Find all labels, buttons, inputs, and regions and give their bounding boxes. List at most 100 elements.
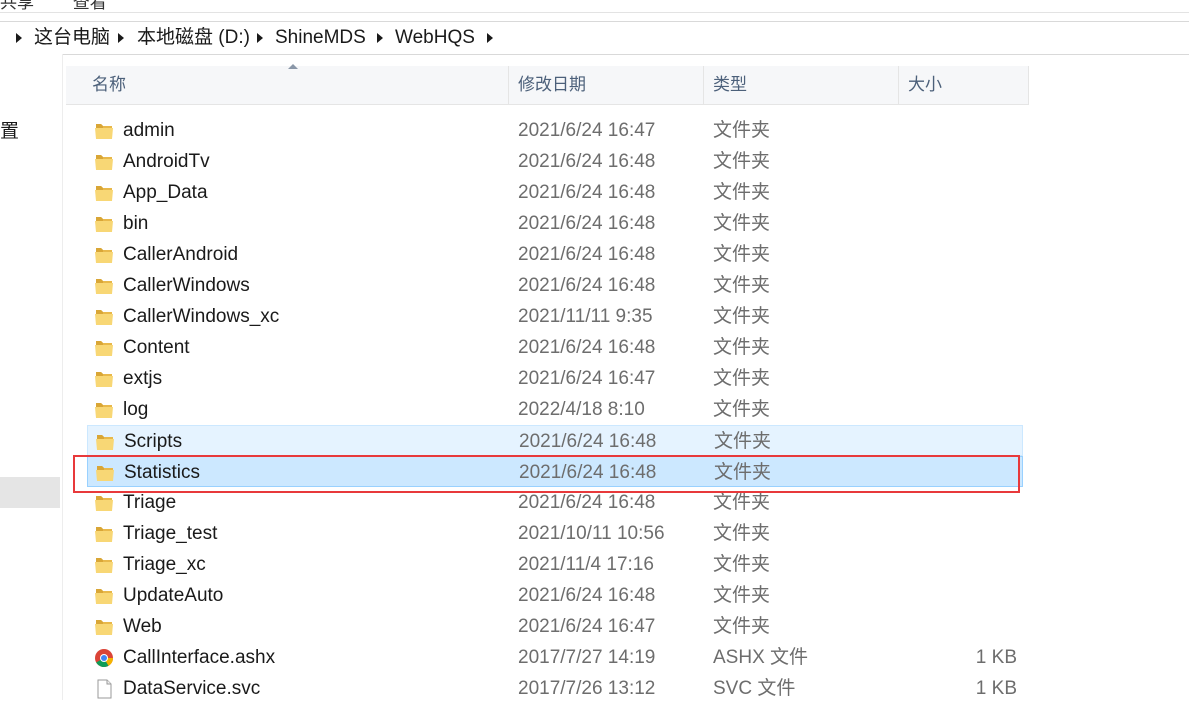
nav-item-selected[interactable] [0, 477, 60, 508]
file-row[interactable]: CallInterface.ashx 2017/7/27 14:19 ASHX 文件… [87, 642, 1023, 673]
file-type: 文件夹 [713, 275, 771, 296]
file-date: 2021/6/24 16:48 [518, 182, 656, 203]
file-type: 文件夹 [713, 554, 771, 575]
column-header: 名称 修改日期 类型 大小 [66, 64, 1029, 105]
file-row[interactable]: log 2022/4/18 8:10 文件夹 [87, 394, 1023, 425]
file-name: Scripts [124, 431, 183, 452]
file-name: AndroidTv [123, 151, 210, 172]
file-type: 文件夹 [713, 244, 771, 265]
navigation-pane [0, 54, 63, 700]
file-type: SVC 文件 [713, 678, 796, 699]
file-row[interactable]: Statistics 2021/6/24 16:48 文件夹 [87, 456, 1023, 487]
file-name: Triage [123, 492, 177, 513]
file-type: 文件夹 [714, 431, 772, 452]
file-name: log [123, 399, 149, 420]
column-date-label: 修改日期 [518, 75, 586, 94]
file-date: 2021/6/24 16:48 [518, 275, 656, 296]
breadcrumb-shinemds[interactable]: ShineMDS [275, 22, 366, 54]
file-date: 2017/7/27 14:19 [518, 647, 656, 668]
nav-item-partial[interactable]: 置 [0, 116, 19, 143]
file-row[interactable]: Web 2021/6/24 16:47 文件夹 [87, 611, 1023, 642]
file-type: 文件夹 [713, 368, 771, 389]
chevron-right-icon[interactable] [118, 33, 124, 43]
column-size-label: 大小 [908, 75, 942, 94]
menu-view[interactable]: 查看 [73, 0, 107, 12]
file-row[interactable]: extjs 2021/6/24 16:47 文件夹 [87, 363, 1023, 394]
file-date: 2021/6/24 16:48 [518, 585, 656, 606]
chevron-right-icon[interactable] [487, 33, 493, 43]
breadcrumb-webhqs[interactable]: WebHQS [395, 22, 475, 54]
file-date: 2021/10/11 10:56 [518, 523, 665, 544]
file-row[interactable]: Content 2021/6/24 16:48 文件夹 [87, 332, 1023, 363]
column-size[interactable]: 大小 [899, 66, 1029, 104]
file-name: admin [123, 120, 175, 141]
file-date: 2021/11/4 17:16 [518, 554, 654, 575]
file-name: CallerWindows [123, 275, 250, 296]
folder-icon [94, 182, 114, 204]
folder-icon [95, 462, 115, 484]
chevron-right-icon[interactable] [377, 33, 383, 43]
folder-icon [94, 616, 114, 638]
file-type: 文件夹 [714, 462, 772, 483]
folder-icon [95, 431, 115, 453]
chrome-icon [94, 647, 114, 669]
file-type: 文件夹 [713, 492, 771, 513]
folder-icon [94, 275, 114, 297]
folder-icon [94, 523, 114, 545]
menu-bar: 共享 查看 [0, 0, 141, 12]
file-name: CallerWindows_xc [123, 306, 280, 327]
folder-icon [94, 151, 114, 173]
file-type: ASHX 文件 [713, 647, 809, 668]
file-name: Web [123, 616, 162, 637]
file-row[interactable]: DataService.svc 2017/7/26 13:12 SVC 文件 1 KB [87, 673, 1023, 704]
folder-icon [94, 244, 114, 266]
address-bar[interactable]: 这台电脑 本地磁盘 (D:) ShineMDS WebHQS [0, 21, 1189, 55]
folder-icon [94, 368, 114, 390]
column-date[interactable]: 修改日期 [509, 66, 704, 104]
chevron-right-icon[interactable] [16, 33, 22, 43]
sort-up-icon [288, 64, 298, 69]
file-type: 文件夹 [713, 306, 771, 327]
file-row[interactable]: App_Data 2021/6/24 16:48 文件夹 [87, 177, 1023, 208]
file-date: 2022/4/18 8:10 [518, 399, 645, 420]
menu-share[interactable]: 共享 [0, 0, 34, 12]
chevron-right-icon[interactable] [257, 33, 263, 43]
file-size: 1 KB [975, 647, 1017, 668]
file-date: 2021/6/24 16:48 [519, 462, 657, 483]
file-row[interactable]: Triage 2021/6/24 16:48 文件夹 [87, 487, 1023, 518]
folder-icon [94, 120, 114, 142]
file-row[interactable]: Triage_test 2021/10/11 10:56 文件夹 [87, 518, 1023, 549]
file-row[interactable]: admin 2021/6/24 16:47 文件夹 [87, 115, 1023, 146]
file-name: Statistics [124, 462, 201, 483]
folder-icon [94, 554, 114, 576]
file-type: 文件夹 [713, 523, 771, 544]
folder-icon [94, 306, 114, 328]
file-row[interactable]: CallerAndroid 2021/6/24 16:48 文件夹 [87, 239, 1023, 270]
file-row[interactable]: AndroidTv 2021/6/24 16:48 文件夹 [87, 146, 1023, 177]
column-type[interactable]: 类型 [704, 66, 899, 104]
file-date: 2017/7/26 13:12 [518, 678, 656, 699]
breadcrumb-this-pc[interactable]: 这台电脑 [34, 22, 110, 54]
folder-icon [94, 337, 114, 359]
file-name: App_Data [123, 182, 208, 203]
file-type: 文件夹 [713, 151, 771, 172]
file-type: 文件夹 [713, 616, 771, 637]
file-date: 2021/6/24 16:47 [518, 616, 656, 637]
file-name: DataService.svc [123, 678, 261, 699]
column-name[interactable]: 名称 [66, 64, 509, 104]
breadcrumb-drive-d[interactable]: 本地磁盘 (D:) [137, 22, 250, 54]
column-name-label: 名称 [92, 75, 126, 94]
folder-icon [94, 213, 114, 235]
file-row[interactable]: CallerWindows 2021/6/24 16:48 文件夹 [87, 270, 1023, 301]
file-type: 文件夹 [713, 213, 771, 234]
file-row[interactable]: CallerWindows_xc 2021/11/11 9:35 文件夹 [87, 301, 1023, 332]
file-date: 2021/6/24 16:48 [518, 213, 656, 234]
file-date: 2021/6/24 16:47 [518, 120, 656, 141]
column-type-label: 类型 [713, 75, 747, 94]
menu-strip: 共享 查看 [0, 0, 1189, 13]
folder-icon [94, 585, 114, 607]
file-row[interactable]: Triage_xc 2021/11/4 17:16 文件夹 [87, 549, 1023, 580]
file-row[interactable]: bin 2021/6/24 16:48 文件夹 [87, 208, 1023, 239]
file-row[interactable]: UpdateAuto 2021/6/24 16:48 文件夹 [87, 580, 1023, 611]
file-row[interactable]: Scripts 2021/6/24 16:48 文件夹 [87, 425, 1023, 456]
